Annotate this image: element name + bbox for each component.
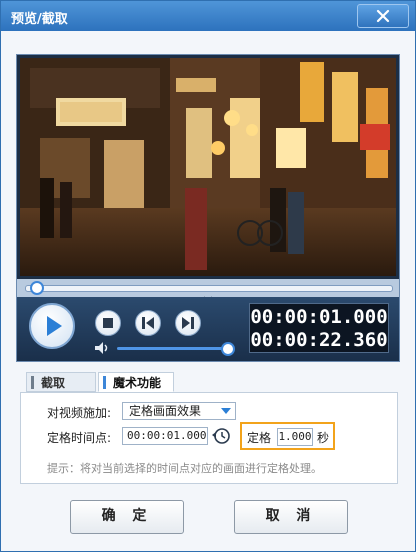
- window-title: 预览/截取: [11, 12, 68, 27]
- next-frame-button[interactable]: [175, 310, 201, 336]
- timepoint-label: 定格时间点:: [47, 431, 112, 445]
- time-display: 00:00:01.000 00:00:22.360: [249, 303, 389, 353]
- next-frame-icon: [182, 317, 194, 329]
- stop-button[interactable]: [95, 310, 121, 336]
- effect-select[interactable]: 定格画面效果: [122, 402, 236, 420]
- title-bar[interactable]: 预览/截取: [1, 1, 415, 31]
- play-icon: [47, 316, 62, 336]
- volume-slider-thumb[interactable]: [221, 342, 235, 356]
- timepoint-input[interactable]: 00:00:01.000: [122, 427, 208, 445]
- previous-frame-icon: [142, 317, 154, 329]
- playback-controls: 00:00:01.000 00:00:22.360: [17, 297, 399, 361]
- video-frame: [20, 58, 396, 276]
- current-time: 00:00:01.000: [250, 306, 388, 328]
- tab-capture[interactable]: 截取: [26, 372, 96, 392]
- previous-frame-button[interactable]: [135, 310, 161, 336]
- freeze-duration-box: 定格 1.000 秒: [240, 422, 335, 450]
- volume-slider-track[interactable]: [117, 347, 225, 350]
- total-time: 00:00:22.360: [250, 329, 388, 351]
- effect-select-value: 定格画面效果: [129, 404, 202, 418]
- hint-text: 提示：将对当前选择的时间点对应的画面进行定格处理。: [47, 462, 322, 475]
- tab-magic-functions[interactable]: 魔术功能: [98, 372, 174, 392]
- close-icon: [376, 9, 390, 23]
- cancel-button[interactable]: 取 消: [234, 500, 348, 534]
- ok-button[interactable]: 确 定: [70, 500, 184, 534]
- volume-icon[interactable]: [93, 341, 111, 355]
- freeze-label: 定格: [247, 431, 272, 445]
- video-frame-image: [20, 58, 396, 276]
- seek-track[interactable]: [25, 285, 393, 292]
- dropdown-arrow-icon: [221, 408, 231, 414]
- close-button[interactable]: [357, 4, 409, 28]
- freeze-unit: 秒: [317, 431, 330, 445]
- set-current-time-button[interactable]: [210, 426, 232, 446]
- effect-label: 对视频施加:: [47, 406, 112, 420]
- freeze-duration-input[interactable]: 1.000: [277, 428, 313, 446]
- magic-functions-panel: 对视频施加: 定格画面效果 定格时间点: 00:00:01.000 定格 1.0…: [20, 392, 398, 484]
- stop-icon: [103, 318, 113, 328]
- play-button[interactable]: [29, 303, 75, 349]
- clock-icon: [212, 428, 230, 444]
- seek-thumb[interactable]: [30, 281, 44, 295]
- video-player: 00:00:01.000 00:00:22.360: [16, 54, 400, 362]
